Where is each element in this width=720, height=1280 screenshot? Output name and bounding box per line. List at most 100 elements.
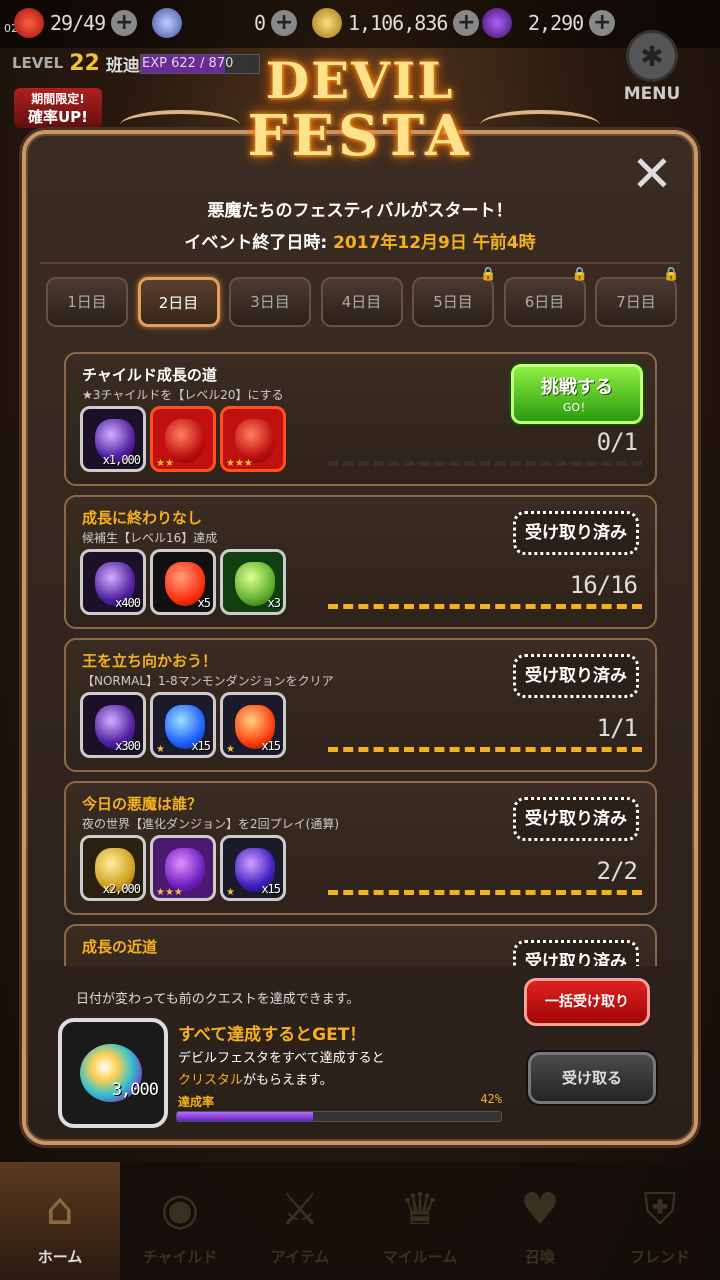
quest-title: 成長に終わりなし [82, 509, 203, 527]
quest-title: 今日の悪魔は誰？ [82, 795, 203, 813]
reward-count: x5 [197, 596, 211, 610]
crown-icon: ♛ [400, 1184, 440, 1235]
reward-item[interactable]: x15 ★ [220, 692, 286, 758]
claimed-button[interactable]: 受け取り済み [513, 940, 639, 966]
reward-item[interactable]: ★★★ [150, 835, 216, 901]
add-crystal-button[interactable]: + [589, 10, 616, 36]
close-button[interactable]: ✕ [628, 149, 676, 200]
completion-rate-value: 42% [480, 1092, 502, 1106]
lock-icon: 🔒 [480, 267, 497, 282]
quest-progress-bar [328, 604, 642, 609]
quest-card: 王を立ち向かおう！ 【NORMAL】1-8マンモンダンジョンをクリア x300 x15… [64, 638, 657, 772]
bulk-receive-button[interactable]: 一括受け取り [524, 978, 650, 1026]
tab-day-3[interactable]: 3日目 [229, 277, 311, 327]
resource-stamina: 29/49 + [14, 6, 138, 40]
challenge-button[interactable]: 挑戦する GO！ [511, 364, 643, 424]
reward-count: x2,000 [102, 882, 141, 896]
tab-day-5[interactable]: 5日目 🔒 [412, 267, 496, 327]
reward-item[interactable]: x3 [220, 549, 286, 615]
reward-count: x15 [261, 739, 281, 753]
reward-item-icon [165, 419, 205, 463]
add-coin-button[interactable]: + [453, 10, 480, 36]
quest-progress-text: 1/1 [596, 714, 638, 742]
star-rating: ★ [156, 744, 165, 755]
quest-progress-text: 2/2 [596, 857, 638, 885]
shield-icon: ⛨ [643, 1184, 677, 1235]
wrench-icon: ✱ [626, 30, 678, 82]
receive-reward-button[interactable]: 受け取る [528, 1052, 656, 1104]
reward-item[interactable]: x400 [80, 549, 146, 615]
claimed-button[interactable]: 受け取り済み [513, 654, 639, 698]
quest-title: チャイルド成長の道 [82, 366, 217, 384]
quest-card: 成長の近道 受け取り済み [64, 924, 657, 966]
star-rating: ★★★ [226, 458, 253, 469]
reward-count: x3 [267, 596, 281, 610]
bottom-nav: ⌂ ホーム ◉ チャイルド ⚔ アイテム ♛ マイルーム ♥ 召喚 ⛨ フレンド [0, 1162, 720, 1280]
quest-list[interactable]: チャイルド成長の道 ★3チャイルドを【レベル20】にする x1,000 ★★ ★★★ 0/… [60, 352, 660, 966]
tab-day-1[interactable]: 1日目 [46, 277, 128, 327]
quest-progress-text: 0/1 [596, 428, 638, 456]
quest-description: ★3チャイルドを【レベル20】にする [82, 388, 284, 402]
nav-child[interactable]: ◉ チャイルド [120, 1162, 240, 1280]
nav-crown[interactable]: ♛ マイルーム [360, 1162, 480, 1280]
reward-item[interactable]: x1,000 [80, 406, 146, 472]
quest-rewards: x300 x15 ★ x15 ★ [80, 692, 286, 758]
resource-gem: 0 + [152, 6, 298, 40]
rate-up-banner[interactable]: 期間限定! 確率UP! [14, 88, 102, 128]
player-level: LEVEL 22 班迪特 [12, 50, 157, 76]
lock-icon: 🔒 [571, 267, 588, 282]
tab-day-6[interactable]: 6日目 🔒 [503, 267, 588, 327]
quest-card: 成長に終わりなし候補生【レベル16】達成 x400 x5 x3 16/16 受け取り済み [64, 495, 657, 629]
crystal-icon [482, 8, 512, 38]
add-gem-button[interactable]: + [271, 10, 298, 36]
quest-progress-text: 16/16 [569, 571, 638, 599]
event-subtitle: 悪魔たちのフェスティバルがスタート！ [207, 201, 513, 221]
reward-item[interactable]: x2,000 [80, 835, 146, 901]
menu-button[interactable]: ✱ MENU [622, 30, 682, 104]
event-deadline: イベント終了日時: 2017年12月9日 午前4時 [184, 233, 536, 253]
nav-shield[interactable]: ⛨ フレンド [600, 1162, 720, 1280]
quest-rewards: x400 x5 x3 [80, 549, 286, 615]
add-stamina-button[interactable]: + [111, 10, 138, 36]
reward-count: x15 [191, 739, 211, 753]
divider [40, 262, 680, 264]
reward-count: x1,000 [102, 453, 141, 467]
quest-note: 日付が変わっても前のクエストを達成できます。 [76, 992, 360, 1007]
completion-rate-label: 達成率 [178, 1095, 215, 1109]
quest-card: 今日の悪魔は誰？ 夜の世界【進化ダンジョン】を2回プレイ(通算) x2,000 ★★★… [64, 781, 657, 915]
reward-item[interactable]: x300 [80, 692, 146, 758]
claimed-button[interactable]: 受け取り済み [513, 511, 639, 555]
reward-item[interactable]: x15 ★ [220, 835, 286, 901]
quest-description: 候補生【レベル16】達成 [82, 531, 218, 545]
lock-icon: 🔒 [663, 267, 680, 282]
quest-title: 成長の近道 [82, 938, 158, 956]
nav-sword[interactable]: ⚔ アイテム [240, 1162, 360, 1280]
nav-summon[interactable]: ♥ 召喚 [480, 1162, 600, 1280]
resource-crystal: 2,290 + [482, 6, 616, 40]
quest-card: チャイルド成長の道 ★3チャイルドを【レベル20】にする x1,000 ★★ ★★★ 0/… [64, 352, 657, 486]
reward-count: x400 [115, 596, 141, 610]
star-rating: ★★★ [156, 887, 183, 898]
tab-day-7[interactable]: 7日目 🔒 [595, 267, 679, 327]
reward-desc: デビルフェスタをすべて達成すると [178, 1051, 385, 1066]
star-rating: ★★ [156, 458, 174, 469]
tab-day-4[interactable]: 4日目 [320, 277, 403, 327]
reward-count: x15 [261, 882, 281, 896]
resource-coin: 1,106,836 + [312, 6, 480, 40]
quest-rewards: x1,000 ★★ ★★★ [80, 406, 286, 472]
nav-home[interactable]: ⌂ ホーム [0, 1162, 120, 1280]
reward-desc-2: クリスタルがもらえます。 [178, 1073, 333, 1088]
ornament-left [120, 110, 240, 140]
child-icon: ◉ [160, 1184, 200, 1235]
claimed-button[interactable]: 受け取り済み [513, 797, 639, 841]
home-icon: ⌂ [46, 1184, 74, 1235]
sword-icon: ⚔ [280, 1184, 320, 1235]
tab-day-2[interactable]: 2日目 [137, 277, 220, 327]
reward-item[interactable]: x15 ★ [150, 692, 216, 758]
reward-item[interactable]: ★★ [150, 406, 216, 472]
reward-item[interactable]: ★★★ [220, 406, 286, 472]
quest-rewards: x2,000 ★★★ x15 ★ [80, 835, 286, 901]
ornament-right [480, 110, 600, 140]
star-rating: ★ [226, 744, 235, 755]
reward-item[interactable]: x5 [150, 549, 216, 615]
